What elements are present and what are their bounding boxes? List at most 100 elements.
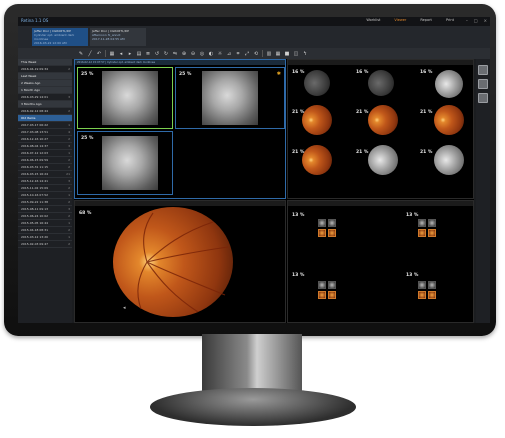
study-list-item[interactable]: 2015-03-12 13:20 1 [18,234,72,241]
study-list-item[interactable]: 2016-08-04 14:37 3 [18,143,72,150]
layout-single-icon[interactable]: ■ [284,51,290,57]
fundus-image-large[interactable] [113,207,233,317]
study-list-item[interactable]: 2015-08-11 09:13 3 [18,206,72,213]
study-list-item[interactable]: 2016-07-12 12:03 1 [18,150,72,157]
reset-icon[interactable]: ⟲ [253,51,259,57]
fundus-thumb[interactable] [368,70,394,96]
rotate-right-icon[interactable]: ↻ [163,51,169,57]
study-group-header[interactable]: Last Week [18,73,72,80]
study-list-item[interactable]: 2015-10-16 07:52 1 [18,192,72,199]
viewer-pane-bottom-left[interactable]: 68 % ◂ [74,200,286,323]
mosaic-thumb[interactable] [418,219,426,227]
prev-icon[interactable]: ◂ [118,51,124,57]
nav-print[interactable]: Print [446,18,454,22]
viewer-pane-top-left[interactable]: 2016-02-12 15:07:57 | Cylinder opt. ambi… [74,59,286,199]
crop-icon[interactable]: ⌗ [235,51,241,57]
fundus-thumb[interactable] [302,145,332,175]
nav-viewer[interactable]: Viewer [394,18,406,22]
nav-worklist[interactable]: Worklist [366,18,380,22]
sync-icon[interactable]: ϟ [302,51,308,57]
mosaic-thumb[interactable] [418,291,426,299]
study-list-item[interactable]: 2015-02-03 09:47 2 [18,241,72,248]
image-toolbar: ✎ ╱ ↶ ▦ ◂ ▸ ▤ ≣ ↺ ↻ ⇋ ⊕ ⊖ ◎ ◐ ☼ ⊿ ⌗ ⤢ ⟲ … [18,48,490,59]
study-list-item[interactable]: 2015-12-16 14:41 3 [18,178,72,185]
study-group-header[interactable]: This Week [18,59,72,66]
nav-report[interactable]: Report [420,18,432,22]
pen-icon[interactable]: ✎ [78,51,84,57]
mosaic-thumb[interactable] [418,229,426,237]
fit-icon[interactable]: ⤢ [244,51,250,57]
mosaic-thumb[interactable] [428,291,436,299]
flip-icon[interactable]: ⇋ [172,51,178,57]
zoom-in-icon[interactable]: ⊕ [181,51,187,57]
layout-icon[interactable]: ▦ [109,51,115,57]
grid-icon[interactable]: ▤ [136,51,142,57]
study-list-item[interactable]: 2015-04-18 08:31 2 [18,227,72,234]
side-tool-button[interactable] [478,79,488,89]
next-icon[interactable]: ▸ [127,51,133,57]
fundus-thumb[interactable] [368,145,398,175]
contrast-icon[interactable]: ◐ [208,51,214,57]
study-group-header[interactable]: Old Items [18,115,72,122]
mosaic-thumb[interactable] [418,281,426,289]
compare-icon[interactable]: ◫ [293,51,299,57]
mosaic-thumb[interactable] [328,229,336,237]
fa-cell[interactable]: 25 % ✱ [175,67,285,129]
fundus-thumb[interactable] [435,70,463,98]
mosaic-thumb[interactable] [318,281,326,289]
study-group-header[interactable]: 1 Month Ago [18,87,72,94]
study-list-item[interactable]: 2017-03-17 06:22 1 [18,122,72,129]
study-group-header[interactable]: 3 Months Ago [18,101,72,108]
minimize-icon[interactable]: – [466,18,468,23]
study-list-item[interactable]: 2015-09-22 11:38 2 [18,199,72,206]
mosaic-thumb[interactable] [428,219,436,227]
fundus-thumb[interactable] [434,105,464,135]
study-list-item[interactable]: 2016-12-16 10:27 2 [18,136,72,143]
zoom-out-icon[interactable]: ⊖ [190,51,196,57]
pin-icon[interactable]: ✱ [277,71,281,77]
study-list-item[interactable]: 2015-05-05 16:44 1 [18,220,72,227]
study-list-item[interactable]: 2016-04-19 09:34 2 [18,66,72,73]
layout-2x2-icon[interactable]: ▦ [275,51,281,57]
mosaic-thumb[interactable] [328,219,336,227]
fundus-thumb[interactable] [304,70,330,96]
study-list-item[interactable]: 2016-03-15 16:24 21 [18,171,72,178]
fundus-thumb[interactable] [368,105,398,135]
patient-tab-active[interactable]: Jaffer Dior | CGR06TL/DP Cylinder opt. a… [32,28,88,46]
magnifier-icon[interactable]: ◎ [199,51,205,57]
fa-cell[interactable]: 25 % [77,67,173,129]
maximize-icon[interactable]: □ [474,18,478,23]
layout-1x2-icon[interactable]: ▥ [266,51,272,57]
study-list-item[interactable]: 2016-03-31 11:15 2 [18,164,72,171]
audio-icon[interactable]: ◂ [123,305,126,311]
brightness-icon[interactable]: ☼ [217,51,223,57]
close-icon[interactable]: × [484,18,487,23]
side-tool-button[interactable] [478,65,488,75]
patient-tab[interactable]: Jaffer Dior | CGR06TL/DP Afternoon 3i_an… [90,28,146,46]
viewer-pane-top-right[interactable]: 16 % 16 % 16 % 21 % 21 % 21 % 21 % 21 % … [287,59,474,199]
study-list-item[interactable]: 2017-03-08 13:51 4 [18,129,72,136]
mosaic-thumb[interactable] [428,281,436,289]
mosaic-thumb[interactable] [318,219,326,227]
study-group-header[interactable]: 2 Weeks Ago [18,80,72,87]
study-list-item[interactable]: 2016-06-15 09:59 2 [18,157,72,164]
rotate-left-icon[interactable]: ↺ [154,51,160,57]
measure-icon[interactable]: ⊿ [226,51,232,57]
viewer-pane-bottom-right[interactable]: 13 % 13 % 13 % 13 % [287,200,474,323]
study-list-item[interactable]: 2015-11-02 15:09 2 [18,185,72,192]
mosaic-thumb[interactable] [318,291,326,299]
mosaic-thumb[interactable] [328,291,336,299]
mosaic-thumb[interactable] [328,281,336,289]
fa-cell[interactable]: 25 % [77,131,173,195]
fundus-thumb[interactable] [302,105,332,135]
study-list-item[interactable]: 2016-02-12 08:44 2 [18,108,72,115]
line-icon[interactable]: ╱ [87,51,93,57]
mosaic-thumb[interactable] [428,229,436,237]
study-list-item[interactable]: 2016-03-29 14:01 3 [18,94,72,101]
mosaic-thumb[interactable] [318,229,326,237]
undo-icon[interactable]: ↶ [96,51,102,57]
fundus-thumb[interactable] [434,145,464,175]
list-icon[interactable]: ≣ [145,51,151,57]
study-list-item[interactable]: 2015-06-24 10:02 2 [18,213,72,220]
side-tool-button[interactable] [478,93,488,103]
